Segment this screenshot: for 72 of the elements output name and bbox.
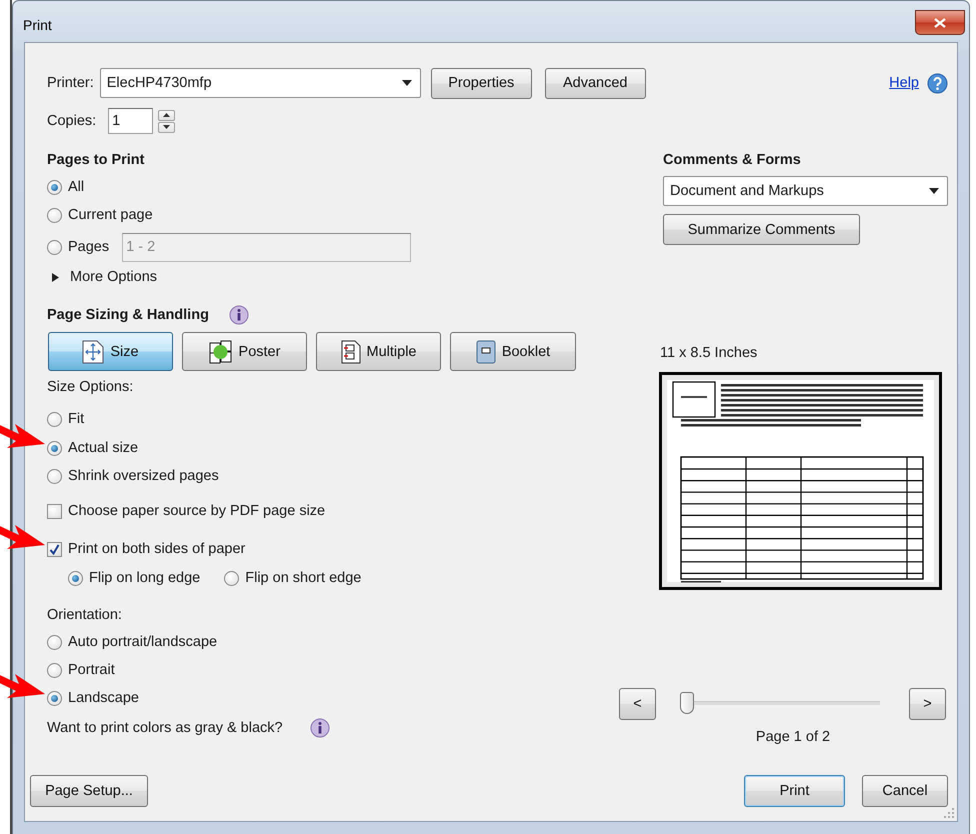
previous-page-button[interactable]: < [619, 688, 656, 720]
radio-button[interactable] [47, 440, 62, 456]
radio-button[interactable] [47, 662, 62, 678]
printer-label: Printer: [47, 75, 94, 91]
option-label[interactable]: Landscape [68, 690, 139, 706]
window-title: Print [23, 17, 52, 33]
printer-option-button[interactable]: Advanced [544, 68, 646, 98]
copies-label: Copies: [47, 113, 96, 129]
page-indicator: Page 1 of 2 [756, 728, 830, 747]
booklet-icon [476, 340, 496, 364]
option-label[interactable]: Portrait [68, 662, 115, 678]
printer-option-button[interactable]: Properties [430, 68, 532, 98]
copies-field[interactable]: 1 [108, 108, 154, 134]
dialog-button[interactable]: Cancel [862, 775, 948, 807]
radio-button[interactable] [47, 208, 62, 222]
help-link[interactable]: Help [889, 75, 919, 91]
dialog-button[interactable]: Print [744, 775, 845, 807]
expand-triangle-icon [51, 272, 60, 282]
option-label[interactable]: Flip on short edge [245, 570, 362, 586]
dropdown-arrow-icon [402, 80, 412, 86]
sizing-mode-tab[interactable]: Booklet [450, 332, 576, 371]
radio-button[interactable] [47, 634, 62, 650]
grayscale-question: Want to print colors as gray & black? [47, 720, 283, 736]
option-label[interactable]: Auto portrait/landscape [68, 634, 218, 650]
next-page-button[interactable]: > [909, 688, 946, 720]
checkbox[interactable] [47, 542, 62, 556]
sizing-mode-tab[interactable]: Multiple [316, 332, 441, 371]
option-label[interactable]: Choose paper source by PDF page size [68, 503, 326, 519]
more-options-toggle[interactable]: More Options [47, 265, 618, 289]
down-triangle-icon [163, 125, 170, 129]
option-label[interactable]: Shrink oversized pages [68, 468, 219, 484]
radio-button[interactable] [47, 468, 62, 484]
sizing-mode-tab[interactable]: Poster [182, 332, 307, 371]
up-triangle-icon [163, 113, 170, 117]
group-label: Orientation: [47, 606, 123, 625]
section-heading: Page Sizing & Handling [47, 306, 209, 325]
option-label[interactable]: Current page [68, 207, 153, 223]
radio-button[interactable] [68, 570, 83, 586]
group-label: Size Options: [47, 378, 134, 397]
close-icon [934, 18, 946, 28]
option-label[interactable]: Flip on long edge [89, 570, 200, 586]
info-icon[interactable] [228, 305, 249, 325]
printer-dropdown[interactable]: ElecHP4730mfp [100, 68, 421, 98]
section-heading: Pages to Print [47, 151, 146, 170]
radio-button[interactable] [47, 240, 62, 254]
option-label[interactable]: Pages [68, 239, 110, 255]
radio-button[interactable] [47, 690, 62, 706]
paper-size-label: 11 x 8.5 Inches [660, 344, 758, 363]
option-label[interactable]: Actual size [68, 440, 138, 456]
option-label[interactable]: Fit [68, 411, 84, 427]
checkbox[interactable] [47, 504, 62, 518]
sizing-mode-tab[interactable]: Size [48, 332, 173, 371]
help-icon[interactable] [927, 72, 948, 94]
page-slider-thumb[interactable] [680, 692, 694, 714]
section-heading: Comments & Forms [663, 151, 802, 170]
option-label[interactable]: All [68, 179, 84, 195]
option-label[interactable]: Print on both sides of paper [68, 541, 246, 557]
summarize-comments-button[interactable]: Summarize Comments [663, 214, 860, 245]
multiple-pages-icon [340, 340, 361, 364]
resize-page-icon [82, 340, 104, 364]
resize-grip-icon[interactable] [944, 808, 954, 818]
dropdown-arrow-icon [929, 188, 939, 194]
tiled-pages-icon [208, 340, 233, 364]
spin-down-button[interactable] [158, 122, 176, 132]
radio-button[interactable] [224, 570, 240, 586]
spin-up-button[interactable] [158, 110, 176, 120]
radio-button[interactable] [47, 180, 62, 194]
info-icon[interactable] [310, 718, 330, 738]
dialog-button[interactable]: Page Setup... [30, 775, 148, 807]
close-button[interactable] [915, 10, 965, 35]
comments-dropdown[interactable]: Document and Markups [663, 176, 948, 206]
radio-button[interactable] [47, 412, 62, 426]
